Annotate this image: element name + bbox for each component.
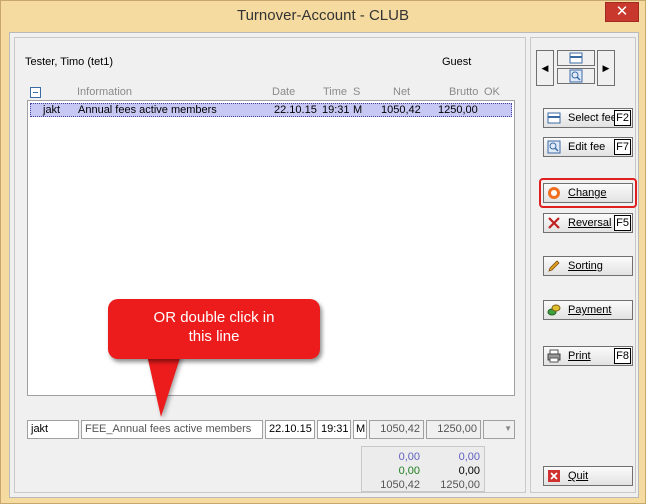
detail-fields: jakt FEE_Annual fees active members 22.1… — [27, 420, 517, 440]
reversal-button[interactable]: Reversal F5 — [543, 213, 633, 233]
list-view-icon — [569, 52, 583, 64]
col-brutto[interactable]: Brutto — [449, 86, 478, 98]
collapse-toggle-icon[interactable] — [30, 87, 41, 98]
sorting-button[interactable]: Sorting — [543, 256, 633, 276]
s-field[interactable]: M — [353, 420, 367, 439]
member-type: Guest — [442, 56, 472, 68]
arrow-right-icon: ▶ — [602, 63, 610, 73]
col-ok[interactable]: OK — [484, 86, 500, 98]
coins-icon — [547, 304, 561, 316]
print-label: Print — [568, 350, 591, 362]
pencil-icon — [548, 260, 560, 272]
total-brutto-3: 1250,00 — [440, 479, 480, 491]
col-information[interactable]: Information — [77, 86, 132, 98]
callout-line-2: this line — [188, 328, 240, 345]
callout-pointer — [147, 355, 181, 417]
col-net[interactable]: Net — [393, 86, 410, 98]
print-key: F8 — [614, 348, 631, 364]
ok-dropdown[interactable] — [483, 420, 515, 439]
total-net-3: 1050,42 — [380, 479, 420, 491]
change-button[interactable]: Change — [543, 183, 633, 203]
total-net-1: 0,00 — [398, 451, 420, 463]
actions-panel: ◀ ▶ Select fee F2 Edit fee F7 Change Rev… — [530, 37, 637, 493]
magnifier-icon — [547, 140, 561, 154]
sorting-label: Sorting — [568, 260, 603, 272]
reversal-label: Reversal — [568, 217, 612, 229]
row-code: jakt — [43, 104, 61, 116]
total-brutto-2: 0,00 — [458, 465, 480, 477]
lifebuoy-icon — [548, 187, 560, 199]
print-button[interactable]: Print F8 — [543, 346, 633, 366]
window-close-button[interactable]: ✕ — [605, 2, 639, 22]
col-s[interactable]: S — [353, 86, 360, 98]
code-field[interactable]: jakt — [27, 420, 79, 439]
callout-line-1: OR double click in — [153, 309, 275, 326]
table-row[interactable]: jakt Annual fees active members 22.10.15… — [30, 103, 512, 117]
quit-button[interactable]: Quit — [543, 466, 633, 486]
next-record-button[interactable]: ▶ — [597, 50, 615, 86]
member-name: Tester, Timo (tet1) — [25, 56, 114, 68]
hint-callout: OR double click in this line — [108, 299, 320, 359]
date-field[interactable]: 22.10.15 — [265, 420, 315, 439]
list-select-icon — [547, 112, 561, 124]
turnover-account-window: Turnover-Account - CLUB ✕ Tester, Timo (… — [0, 0, 646, 504]
time-field[interactable]: 19:31 — [317, 420, 351, 439]
list-header: Information Date Time S Net Brutto OK — [27, 86, 517, 100]
arrow-left-icon: ◀ — [541, 63, 549, 73]
window-title: Turnover-Account - CLUB — [236, 7, 409, 24]
select-fee-key: F2 — [614, 110, 631, 126]
search-view-button[interactable] — [557, 68, 595, 84]
list-view-button[interactable] — [557, 50, 595, 66]
row-s: M — [353, 104, 363, 116]
brutto-field: 1250,00 — [426, 420, 481, 439]
client-area: Tester, Timo (tet1) Guest Information Da… — [9, 32, 639, 498]
quit-label: Quit — [568, 470, 589, 482]
col-date[interactable]: Date — [272, 86, 295, 98]
edit-fee-button[interactable]: Edit fee F7 — [543, 137, 633, 157]
row-information: Annual fees active members — [78, 104, 217, 116]
information-field[interactable]: FEE_Annual fees active members — [81, 420, 263, 439]
account-panel: Tester, Timo (tet1) Guest Information Da… — [14, 37, 526, 493]
row-net: 1050,42 — [381, 104, 421, 116]
total-brutto-1: 0,00 — [458, 451, 480, 463]
payment-label: Payment — [568, 304, 612, 316]
row-date: 22.10.15 — [274, 104, 317, 116]
edit-fee-key: F7 — [614, 139, 631, 155]
select-fee-button[interactable]: Select fee F2 — [543, 108, 633, 128]
total-net-2: 0,00 — [398, 465, 420, 477]
quit-x-icon — [548, 470, 560, 482]
totals-box: 0,00 0,00 0,00 0,00 1050,42 1250,00 — [361, 446, 485, 492]
row-time: 19:31 — [322, 104, 350, 116]
col-time[interactable]: Time — [323, 86, 347, 98]
edit-fee-label: Edit fee — [568, 141, 606, 153]
row-brutto: 1250,00 — [438, 104, 478, 116]
change-label: Change — [568, 187, 607, 199]
previous-record-button[interactable]: ◀ — [536, 50, 554, 86]
magnifier-icon — [569, 69, 583, 83]
net-field: 1050,42 — [369, 420, 424, 439]
reversal-key: F5 — [614, 215, 631, 231]
payment-button[interactable]: Payment — [543, 300, 633, 320]
x-cross-icon — [548, 217, 560, 229]
select-fee-label: Select fee — [568, 112, 617, 124]
printer-icon — [547, 349, 561, 363]
